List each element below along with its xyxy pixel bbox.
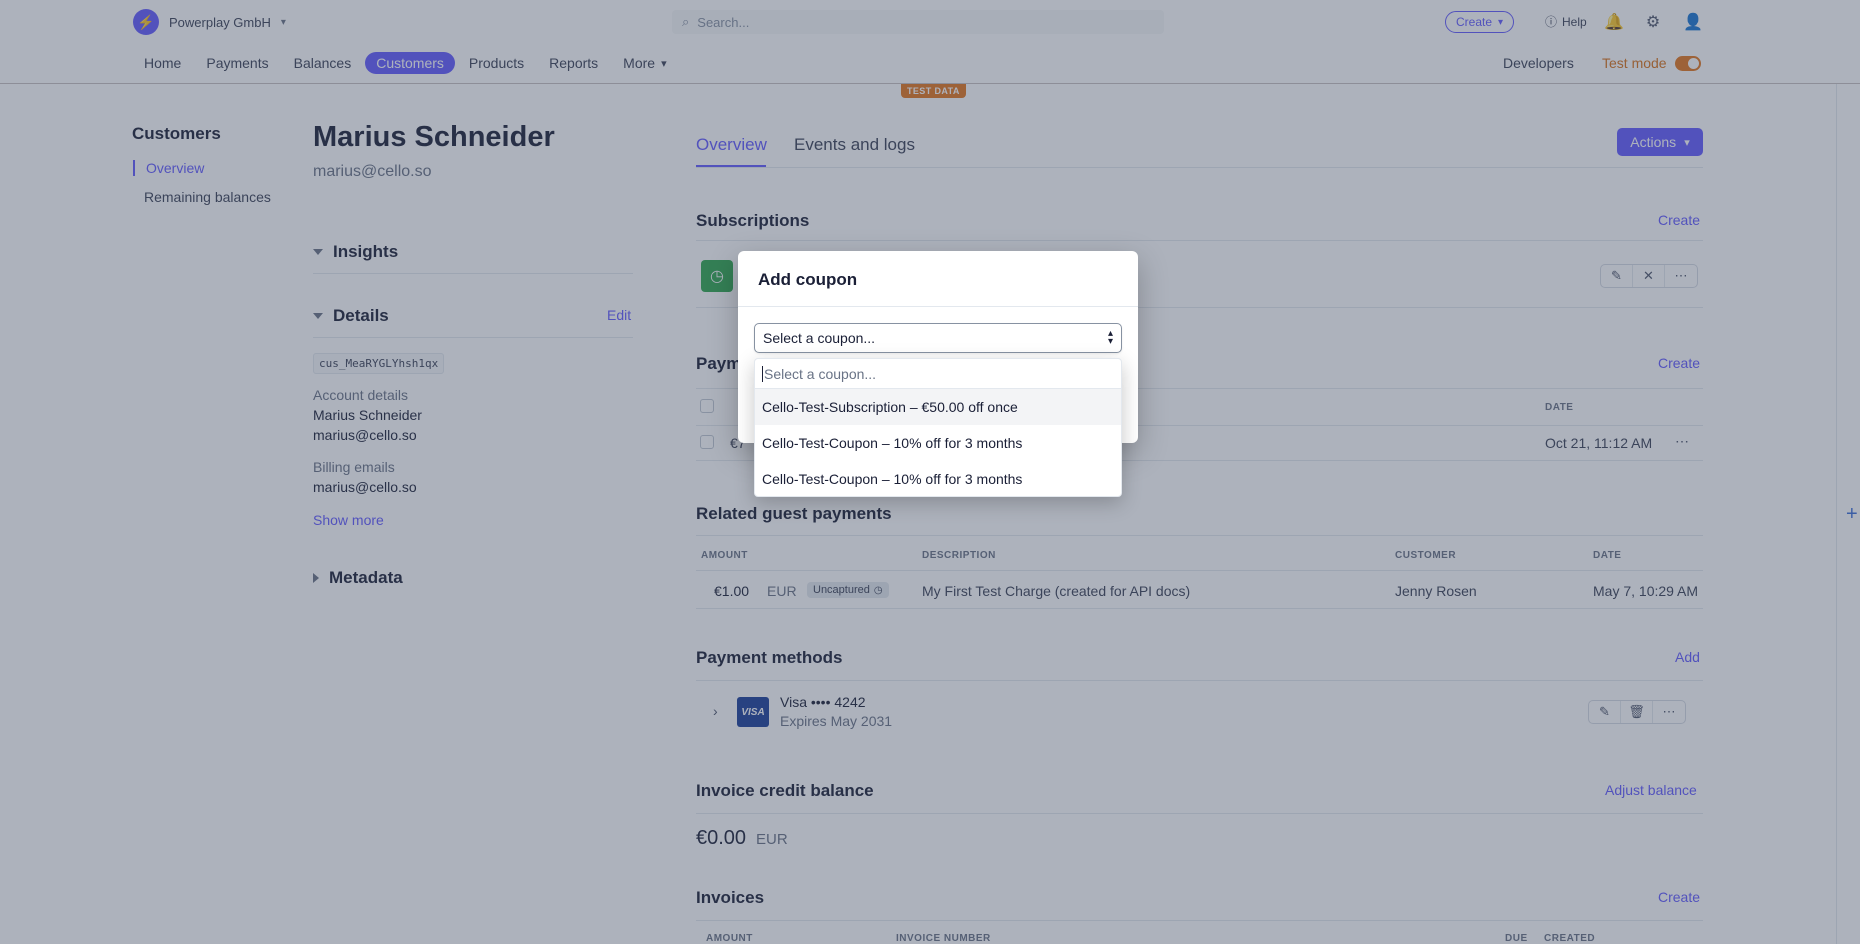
coupon-search-input[interactable]: Select a coupon... [755, 359, 1121, 389]
coupon-option[interactable]: Cello-Test-Subscription – €50.00 off onc… [755, 389, 1121, 425]
coupon-search-placeholder: Select a coupon... [764, 365, 877, 382]
coupon-dropdown: Select a coupon... Cello-Test-Subscripti… [754, 358, 1122, 497]
coupon-option[interactable]: Cello-Test-Coupon – 10% off for 3 months [755, 461, 1121, 497]
dialog-title: Add coupon [758, 270, 858, 289]
divider [738, 306, 1138, 307]
coupon-select-value: Select a coupon... [763, 330, 876, 346]
coupon-select[interactable]: Select a coupon... ▴ ▾ [754, 323, 1122, 353]
coupon-option[interactable]: Cello-Test-Coupon – 10% off for 3 months [755, 425, 1121, 461]
text-caret [762, 365, 763, 382]
select-arrows-icon: ▴ ▾ [1107, 328, 1113, 347]
